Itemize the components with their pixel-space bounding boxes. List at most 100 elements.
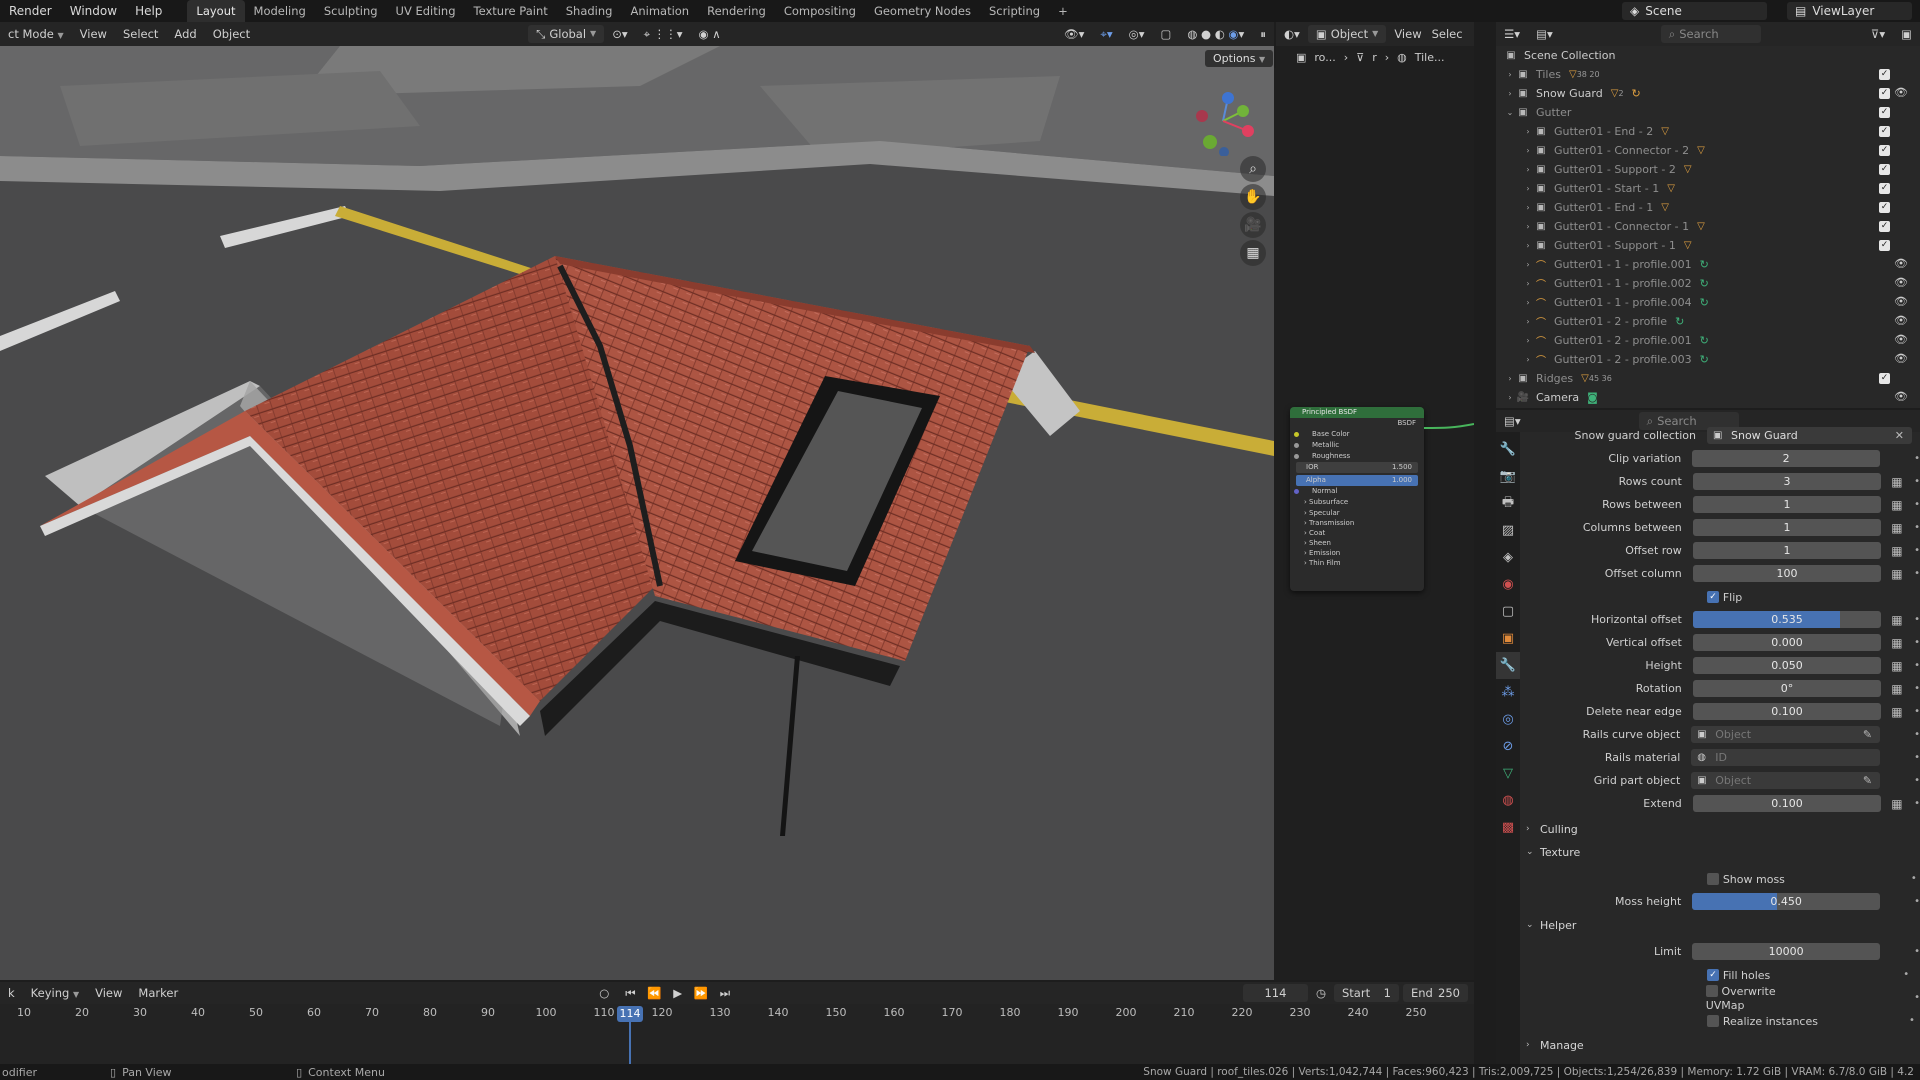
clock-icon[interactable]: ◷: [1308, 986, 1334, 1000]
rails-curve-object-field[interactable]: ▣ Object ✎: [1691, 726, 1881, 743]
close-icon[interactable]: ✕: [1895, 427, 1904, 444]
offset-row-field[interactable]: 1: [1692, 542, 1882, 559]
data-tab-icon[interactable]: ▽: [1496, 760, 1520, 787]
eye-icon[interactable]: 👁: [1894, 390, 1908, 403]
start-frame-field[interactable]: Start 1: [1334, 984, 1399, 1002]
navigation-gizmo[interactable]: [1188, 86, 1258, 157]
outliner-row-gutter-item[interactable]: › ▣ Gutter01 - Support - 1 ▽ ✓: [1496, 236, 1920, 255]
outliner-row-scene-collection[interactable]: ▣ Scene Collection: [1496, 46, 1920, 65]
timeline[interactable]: 10 20 30 40 50 60 70 80 90 100 110 120 130 140 150 160 1…: [0, 1004, 1474, 1064]
keyframe-dot-icon[interactable]: •: [1914, 453, 1920, 464]
tab-geometry-nodes[interactable]: Geometry Nodes: [865, 0, 980, 22]
orientation-dropdown[interactable]: ⤡ Global ▼: [528, 25, 605, 43]
tab-shading[interactable]: Shading: [557, 0, 622, 22]
view-layer-selector[interactable]: ▤ ViewLayer: [1787, 2, 1912, 20]
node-row-normal[interactable]: Normal: [1290, 486, 1424, 497]
material-tab-icon[interactable]: ◍: [1496, 787, 1520, 814]
tab-layout[interactable]: Layout: [187, 0, 245, 22]
shading-modes-icon[interactable]: ◍ ● ◐ ◉▾: [1179, 27, 1252, 41]
object-tab-icon[interactable]: ▣: [1496, 625, 1520, 652]
breadcrumb-material[interactable]: Tile...: [1415, 51, 1445, 64]
attribute-toggle-icon[interactable]: ▦: [1891, 567, 1904, 581]
outliner-row-tiles[interactable]: › ▣ Tiles ▽ 38 20 ✓: [1496, 65, 1920, 84]
menu-view[interactable]: View: [72, 27, 115, 41]
proportional-edit-icon[interactable]: ◉ ∧: [691, 27, 729, 41]
realize-instances-checkbox[interactable]: Realize instances: [1707, 1014, 1818, 1028]
node-panel-specular[interactable]: › Specular: [1290, 508, 1424, 518]
eyedropper-icon[interactable]: ✎: [1863, 726, 1872, 743]
view-layer-tab-icon[interactable]: ▨: [1496, 517, 1520, 544]
tab-scripting[interactable]: Scripting: [980, 0, 1049, 22]
rotation-field[interactable]: 0°: [1692, 680, 1882, 697]
camera-view-icon[interactable]: 🎥: [1240, 212, 1266, 238]
outliner-row-profile[interactable]: › ⌒ Gutter01 - 1 - profile.001 ↻ 👁: [1496, 255, 1920, 274]
menu-render[interactable]: Render: [0, 0, 61, 22]
add-workspace-button[interactable]: +: [1049, 0, 1077, 22]
flip-checkbox[interactable]: ✓ Flip: [1707, 590, 1742, 604]
include-checkbox[interactable]: ✓: [1879, 183, 1890, 194]
include-checkbox[interactable]: ✓: [1879, 145, 1890, 156]
include-checkbox[interactable]: ✓: [1879, 126, 1890, 137]
node-panel-subsurface[interactable]: › Subsurface: [1290, 497, 1424, 508]
outliner-row-profile[interactable]: › ⌒ Gutter01 - 2 - profile ↻ 👁: [1496, 312, 1920, 331]
tool-tab-icon[interactable]: 🔧: [1496, 436, 1520, 463]
tab-sculpting[interactable]: Sculpting: [315, 0, 387, 22]
keyframe-dot-icon[interactable]: •: [1914, 729, 1920, 740]
extend-field[interactable]: 0.100: [1692, 795, 1882, 812]
keyframe-dot-icon[interactable]: •: [1914, 896, 1920, 907]
timeline-menu-marker[interactable]: Marker: [130, 986, 186, 1000]
outliner-row-gutter-item[interactable]: › ▣ Gutter01 - Connector - 1 ▽ ✓: [1496, 217, 1920, 236]
keyframe-dot-icon[interactable]: •: [1914, 545, 1920, 556]
rails-material-field[interactable]: ◍ ID: [1691, 749, 1881, 766]
menu-help[interactable]: Help: [126, 0, 171, 22]
outliner-row-snow-guard[interactable]: › ▣ Snow Guard ▽ 2 ↻ ✓ 👁: [1496, 84, 1920, 103]
new-collection-icon[interactable]: ▣: [1893, 27, 1920, 41]
eye-icon[interactable]: 👁: [1894, 295, 1908, 308]
limit-field[interactable]: 10000: [1692, 943, 1881, 960]
timeline-menu-keying[interactable]: Keying ▼: [23, 986, 87, 1000]
node-panel-transmission[interactable]: › Transmission: [1290, 518, 1424, 528]
attribute-toggle-icon[interactable]: ▦: [1891, 544, 1904, 558]
auto-keying-icon[interactable]: ○: [591, 986, 617, 1000]
outliner-row-profile[interactable]: › ⌒ Gutter01 - 1 - profile.004 ↻ 👁: [1496, 293, 1920, 312]
attribute-toggle-icon[interactable]: ▦: [1891, 521, 1904, 535]
panel-manage[interactable]: › Manage: [1526, 1035, 1584, 1055]
keyframe-dot-icon[interactable]: •: [1914, 522, 1920, 533]
keyframe-dot-icon[interactable]: •: [1914, 499, 1920, 510]
particles-tab-icon[interactable]: ⁂: [1496, 679, 1520, 706]
outliner-row-gutter-item[interactable]: › ▣ Gutter01 - Support - 2 ▽ ✓: [1496, 160, 1920, 179]
rows-count-field[interactable]: 3: [1692, 473, 1882, 490]
eyedropper-icon[interactable]: ✎: [1863, 772, 1872, 789]
outliner-row-camera[interactable]: › 🎥 Camera ◙ 👁: [1496, 388, 1920, 407]
node-row-metallic[interactable]: Metallic: [1290, 440, 1424, 451]
menu-window[interactable]: Window: [61, 0, 126, 22]
node-panel-sheen[interactable]: › Sheen: [1290, 538, 1424, 548]
include-checkbox[interactable]: ✓: [1879, 164, 1890, 175]
outliner-row-profile[interactable]: › ⌒ Gutter01 - 2 - profile.001 ↻ 👁: [1496, 331, 1920, 350]
keyframe-dot-icon[interactable]: •: [1914, 660, 1920, 671]
tab-texture-paint[interactable]: Texture Paint: [465, 0, 557, 22]
modifier-tab-icon[interactable]: 🔧: [1496, 652, 1520, 679]
attribute-toggle-icon[interactable]: ▦: [1891, 498, 1904, 512]
attribute-toggle-icon[interactable]: ▦: [1891, 636, 1904, 650]
attribute-toggle-icon[interactable]: ▦: [1891, 659, 1904, 673]
visibility-icon[interactable]: 👁▾: [1056, 27, 1092, 41]
physics-tab-icon[interactable]: ◎: [1496, 706, 1520, 733]
overlay-icon[interactable]: ◎▾: [1121, 27, 1153, 41]
tab-animation[interactable]: Animation: [621, 0, 698, 22]
outliner-row-gutter-item[interactable]: › ▣ Gutter01 - Start - 1 ▽ ✓: [1496, 179, 1920, 198]
outliner-row-profile[interactable]: › ⌒ Gutter01 - 2 - profile.003 ↻ 👁: [1496, 350, 1920, 369]
keyframe-dot-icon[interactable]: •: [1914, 752, 1920, 763]
texture-tab-icon[interactable]: ▩: [1496, 814, 1520, 841]
include-checkbox[interactable]: ✓: [1879, 373, 1890, 384]
outliner-row-gutter[interactable]: ⌄ ▣ Gutter ✓: [1496, 103, 1920, 122]
rows-between-field[interactable]: 1: [1692, 496, 1882, 513]
timeline-menu-playback[interactable]: k: [0, 986, 23, 1000]
node-row-roughness[interactable]: Roughness: [1290, 451, 1424, 462]
output-tab-icon[interactable]: 🖶: [1496, 490, 1520, 517]
display-mode-icon[interactable]: ▤▾: [1528, 27, 1561, 41]
node-menu-view[interactable]: View: [1386, 27, 1429, 41]
delete-near-edge-field[interactable]: 0.100: [1692, 703, 1882, 720]
menu-add[interactable]: Add: [166, 27, 204, 41]
tab-uv-editing[interactable]: UV Editing: [387, 0, 465, 22]
